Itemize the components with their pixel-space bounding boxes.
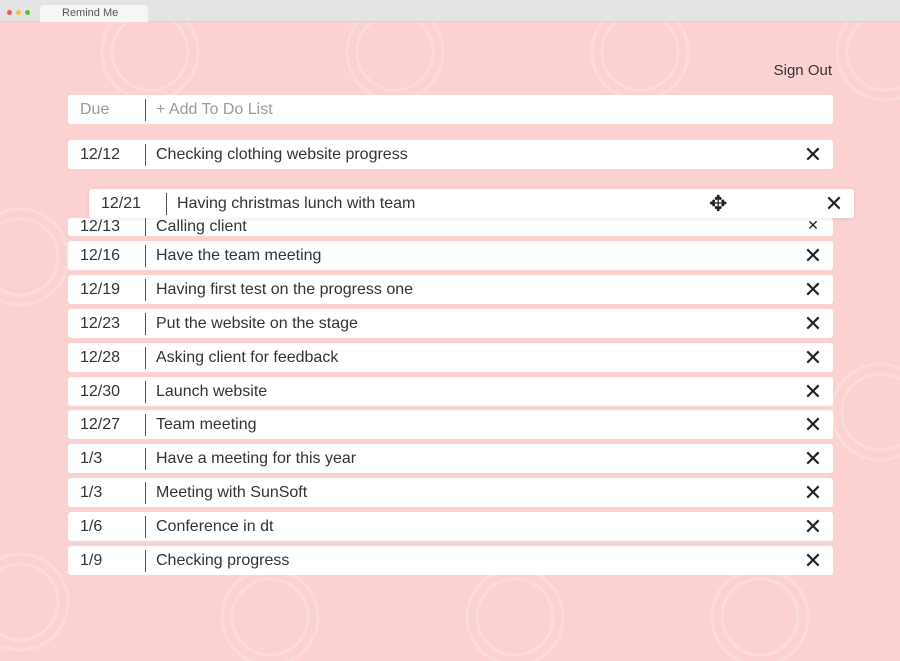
todo-text: Launch website — [156, 382, 268, 400]
sign-out-link[interactable]: Sign Out — [774, 62, 832, 79]
due-input[interactable] — [80, 100, 145, 119]
delete-icon[interactable]: ✕ — [793, 275, 833, 304]
todo-input-cell[interactable] — [146, 100, 833, 119]
todo-due: 1/3 — [80, 483, 103, 501]
todo-due: 12/27 — [80, 415, 121, 433]
maximize-window-dot[interactable] — [25, 10, 30, 15]
todo-text: Team meeting — [156, 415, 257, 433]
todo-row[interactable]: 1/3 Have a meeting for this year ✕ — [68, 444, 833, 473]
todo-row[interactable]: 12/28 Asking client for feedback ✕ — [68, 343, 833, 372]
todo-due: 12/28 — [80, 348, 121, 366]
delete-icon[interactable]: ✕ — [793, 377, 833, 406]
todo-row[interactable]: 12/12 Checking clothing website progress… — [68, 140, 833, 169]
todo-row[interactable]: 1/6 Conference in dt ✕ — [68, 512, 833, 541]
todo-row[interactable]: 12/27 Team meeting ✕ — [68, 410, 833, 439]
browser-tab[interactable]: Remind Me — [40, 5, 148, 22]
todo-text: Having first test on the progress one — [156, 280, 414, 298]
delete-icon[interactable]: ✕ — [793, 478, 833, 507]
add-todo-row — [68, 95, 833, 124]
close-window-dot[interactable] — [7, 10, 12, 15]
todo-row[interactable]: 1/3 Meeting with SunSoft ✕ — [68, 478, 833, 507]
todo-due: 1/6 — [80, 517, 103, 535]
todo-row[interactable]: 12/30 Launch website ✕ — [68, 377, 833, 406]
todo-text: Asking client for feedback — [156, 348, 339, 366]
delete-icon[interactable]: ✕ — [793, 343, 833, 372]
delete-icon[interactable]: ✕ — [793, 140, 833, 169]
todo-due: 1/3 — [80, 449, 103, 467]
todo-text: Have the team meeting — [156, 246, 322, 264]
todo-text: Meeting with SunSoft — [156, 483, 308, 501]
delete-icon[interactable]: ✕ — [793, 309, 833, 338]
tab-title: Remind Me — [62, 7, 119, 19]
todo-row[interactable]: 12/13 Calling client ✕ — [68, 218, 833, 236]
browser-chrome: Remind Me — [0, 0, 900, 22]
todo-due: 1/9 — [80, 551, 103, 569]
delete-icon[interactable]: ✕ — [793, 512, 833, 541]
delete-icon[interactable]: ✕ — [793, 546, 833, 575]
todo-due: 12/30 — [80, 382, 121, 400]
due-input-cell[interactable] — [68, 95, 145, 124]
move-cursor-icon[interactable]: ✥ — [709, 191, 727, 217]
todo-due: 12/12 — [80, 145, 121, 163]
minimize-window-dot[interactable] — [16, 10, 21, 15]
delete-icon[interactable]: ✕ — [793, 444, 833, 473]
todo-due: 12/16 — [80, 246, 121, 264]
todo-row[interactable]: 12/23 Put the website on the stage ✕ — [68, 309, 833, 338]
todo-text: Put the website on the stage — [156, 314, 358, 332]
delete-icon[interactable]: ✕ — [814, 189, 854, 218]
todo-row[interactable]: 12/19 Having first test on the progress … — [68, 275, 833, 304]
todo-text: Have a meeting for this year — [156, 449, 357, 467]
todo-text: Checking progress — [156, 551, 290, 569]
dragged-todo-row[interactable]: 12/21 Having christmas lunch with team ✕… — [89, 189, 854, 218]
todo-text: Checking clothing website progress — [156, 145, 408, 163]
todo-due: 12/13 — [80, 218, 121, 235]
todo-text: Conference in dt — [156, 517, 274, 535]
delete-icon[interactable]: ✕ — [793, 218, 833, 236]
delete-icon[interactable]: ✕ — [793, 241, 833, 270]
window-controls — [7, 10, 30, 15]
todo-text: Calling client — [156, 218, 247, 235]
todo-due: 12/23 — [80, 314, 121, 332]
add-todo-input[interactable] — [156, 100, 833, 119]
todo-due: 12/19 — [80, 280, 121, 298]
todo-row[interactable]: 1/9 Checking progress ✕ — [68, 546, 833, 575]
todo-due: 12/21 — [101, 194, 142, 212]
todo-row[interactable]: 12/16 Have the team meeting ✕ — [68, 241, 833, 270]
delete-icon[interactable]: ✕ — [793, 410, 833, 439]
